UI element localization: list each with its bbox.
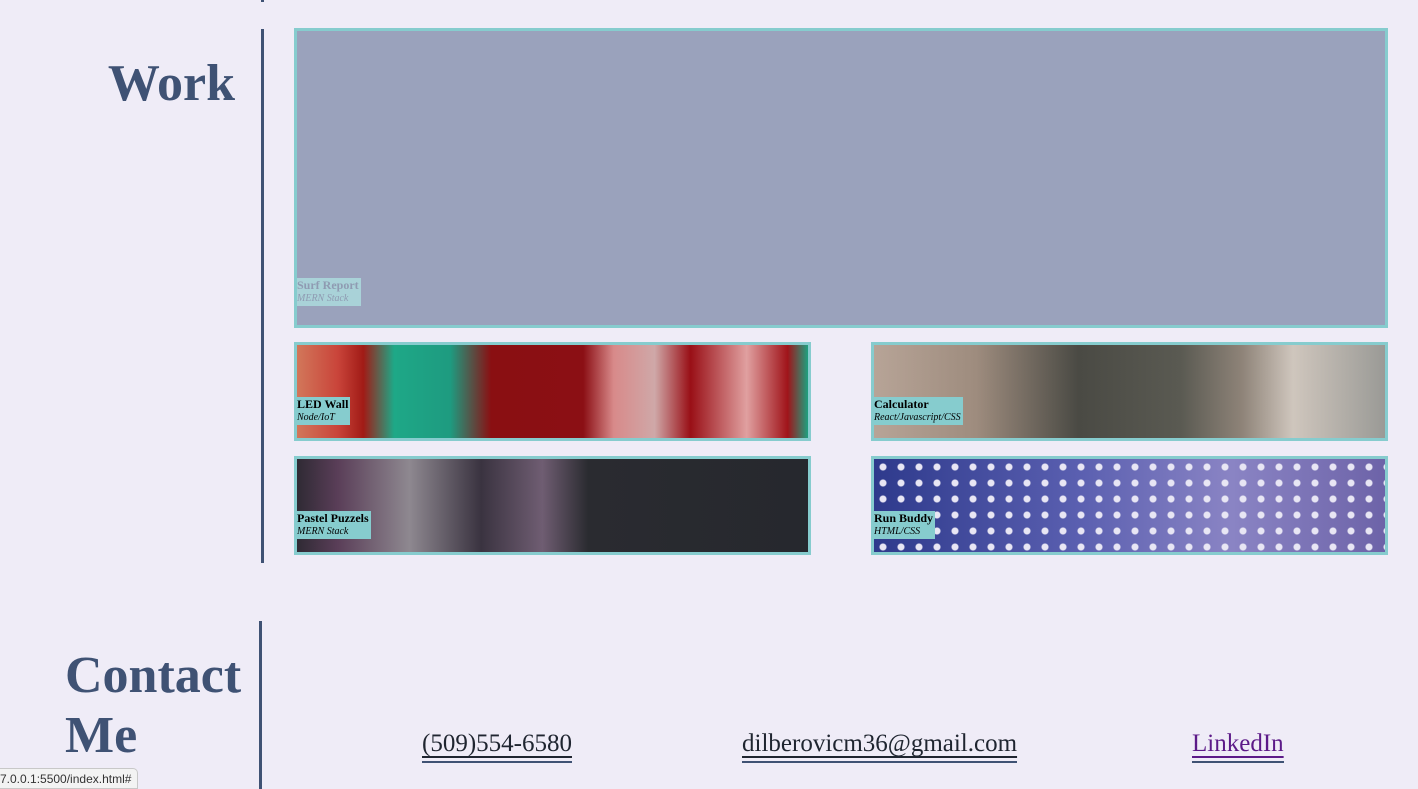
contact-divider: [259, 621, 262, 789]
contact-heading: Contact Me: [40, 646, 241, 766]
project-label: Pastel Puzzels MERN Stack: [297, 511, 371, 539]
led-wall-thumbnail: [297, 345, 808, 438]
project-stack: MERN Stack: [297, 293, 349, 304]
contact-heading-line2: Me: [65, 707, 138, 764]
project-card-pastel-puzzels[interactable]: Pastel Puzzels MERN Stack: [294, 456, 811, 555]
project-name: LED Wall: [297, 397, 349, 411]
project-card-run-buddy[interactable]: Run Buddy HTML/CSS: [871, 456, 1388, 555]
project-stack: HTML/CSS: [874, 526, 921, 537]
project-label: Run Buddy HTML/CSS: [874, 511, 936, 539]
contact-heading-line1: Contact: [65, 647, 242, 704]
browser-status-bar: 7.0.0.1:5500/index.html#: [0, 768, 139, 789]
top-divider-stub: [261, 0, 264, 2]
project-label: Surf Report MERN Stack: [297, 278, 361, 306]
run-buddy-thumbnail: [874, 459, 1385, 552]
project-name: Pastel Puzzels: [297, 511, 369, 525]
project-card-calculator[interactable]: Calculator React/Javascript/CSS: [871, 342, 1388, 441]
project-card-surf-report[interactable]: Surf Report MERN Stack: [294, 28, 1388, 328]
project-name: Run Buddy: [874, 511, 934, 525]
project-card-led-wall[interactable]: LED Wall Node/IoT: [294, 342, 811, 441]
project-label: Calculator React/Javascript/CSS: [874, 397, 963, 425]
project-label: LED Wall Node/IoT: [297, 397, 351, 425]
project-name: Surf Report: [297, 278, 359, 292]
project-stack: MERN Stack: [297, 526, 349, 537]
project-stack: React/Javascript/CSS: [874, 412, 961, 423]
project-name: Calculator: [874, 397, 929, 411]
surf-report-thumbnail: [297, 31, 1385, 325]
email-link[interactable]: dilberovicm36@gmail.com: [742, 728, 1018, 763]
work-heading: Work: [107, 55, 235, 112]
work-divider: [261, 29, 264, 563]
pastel-puzzels-thumbnail: [297, 459, 808, 552]
phone-link[interactable]: (509)554-6580: [422, 728, 572, 763]
project-stack: Node/IoT: [297, 412, 335, 423]
linkedin-link[interactable]: LinkedIn: [1192, 728, 1284, 763]
